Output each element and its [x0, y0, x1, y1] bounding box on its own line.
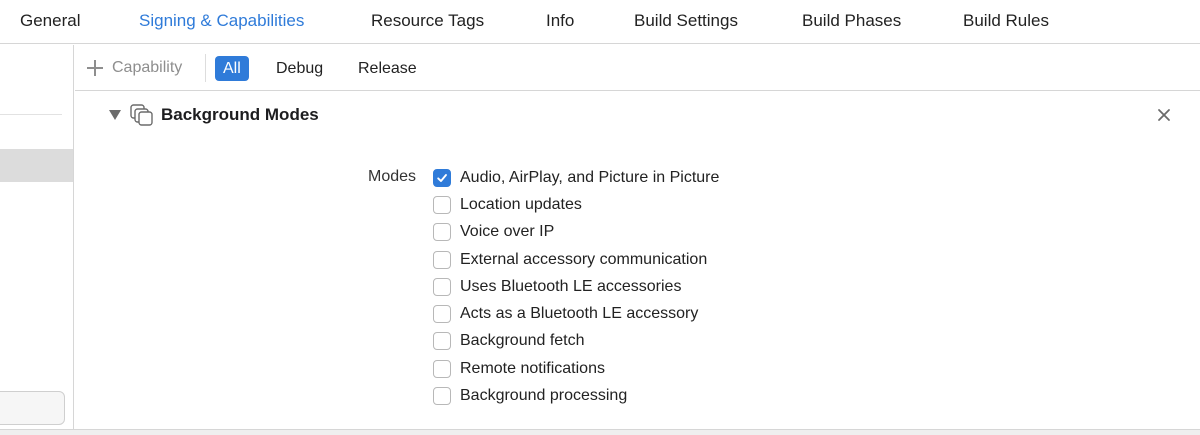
mode-label: Background fetch: [460, 332, 585, 350]
tab-resource-tags[interactable]: Resource Tags: [371, 11, 484, 31]
capabilities-content: Background Modes Modes Audio, AirPlay, a…: [75, 92, 1200, 429]
mode-label: Uses Bluetooth LE accessories: [460, 277, 682, 295]
mode-checkbox[interactable]: [433, 223, 451, 242]
tab-build-phases[interactable]: Build Phases: [802, 11, 901, 31]
mode-label: Background processing: [460, 387, 628, 405]
mode-checkbox[interactable]: [433, 387, 451, 406]
tab-general[interactable]: General: [20, 11, 80, 31]
mode-label: External accessory communication: [460, 250, 708, 268]
mode-row[interactable]: Uses Bluetooth LE accessories: [433, 273, 719, 300]
mode-row[interactable]: Remote notifications: [433, 355, 719, 382]
mode-label: Remote notifications: [460, 359, 605, 377]
mode-label: Voice over IP: [460, 223, 555, 241]
tab-build-settings[interactable]: Build Settings: [634, 11, 738, 31]
modes-list: Audio, AirPlay, and Picture in Picture Lo…: [433, 164, 719, 410]
mode-row[interactable]: Voice over IP: [433, 219, 719, 246]
mode-row[interactable]: Audio, AirPlay, and Picture in Picture: [433, 164, 719, 191]
background-modes-icon: [130, 104, 153, 126]
mode-row[interactable]: External accessory communication: [433, 246, 719, 273]
add-capability-label: Capability: [112, 59, 183, 76]
mode-checkbox[interactable]: [433, 250, 451, 269]
tab-build-rules[interactable]: Build Rules: [963, 11, 1049, 31]
tab-info[interactable]: Info: [546, 11, 574, 31]
plus-icon: [86, 59, 104, 77]
targets-sidebar: [0, 45, 74, 435]
filter-all-button[interactable]: All: [215, 56, 249, 81]
mode-row[interactable]: Background fetch: [433, 328, 719, 355]
checkmark-icon: [437, 173, 447, 182]
mode-checkbox[interactable]: [433, 168, 451, 187]
add-capability-button[interactable]: Capability: [86, 56, 182, 80]
disclosure-triangle-icon[interactable]: [109, 110, 121, 120]
sidebar-divider: [0, 114, 62, 115]
editor-tab-bar: General Signing & Capabilities Resource …: [0, 0, 1200, 44]
modes-label: Modes: [368, 168, 417, 185]
tab-signing-capabilities[interactable]: Signing & Capabilities: [139, 11, 304, 31]
mode-row[interactable]: Background processing: [433, 382, 719, 409]
bottom-divider: [0, 429, 1200, 435]
filter-separator: [205, 54, 206, 82]
mode-checkbox[interactable]: [433, 195, 451, 214]
mode-checkbox[interactable]: [433, 277, 451, 296]
mode-row[interactable]: Acts as a Bluetooth LE accessory: [433, 300, 719, 327]
close-icon[interactable]: [1155, 106, 1173, 124]
mode-row[interactable]: Location updates: [433, 191, 719, 218]
mode-checkbox[interactable]: [433, 305, 451, 324]
filter-debug-button[interactable]: Debug: [268, 56, 331, 81]
filter-release-button[interactable]: Release: [350, 56, 425, 81]
sidebar-filter-field[interactable]: [0, 391, 65, 425]
capability-header: Background Modes: [109, 102, 319, 128]
mode-label: Acts as a Bluetooth LE accessory: [460, 305, 699, 323]
capabilities-filter-bar: Capability All Debug Release: [75, 45, 1200, 91]
mode-checkbox[interactable]: [433, 359, 451, 378]
mode-checkbox[interactable]: [433, 332, 451, 351]
mode-label: Audio, AirPlay, and Picture in Picture: [460, 168, 720, 186]
mode-label: Location updates: [460, 195, 582, 213]
sidebar-selected-target[interactable]: [0, 149, 73, 182]
capability-title: Background Modes: [161, 105, 319, 124]
